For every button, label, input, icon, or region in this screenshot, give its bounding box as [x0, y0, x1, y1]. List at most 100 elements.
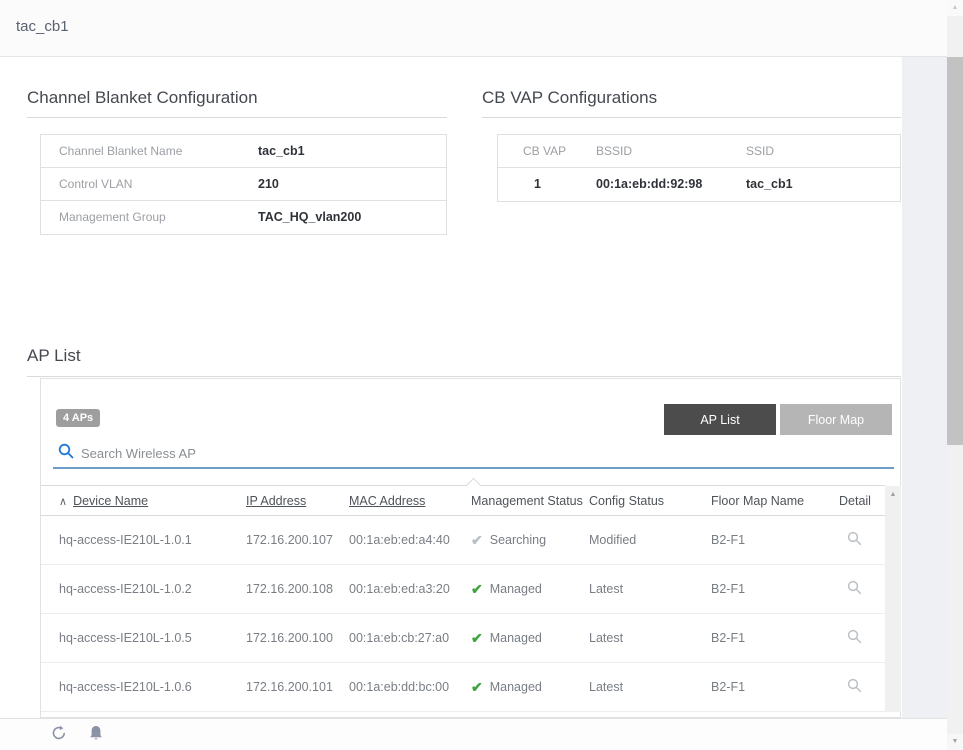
management-status-cell: ✔ Managed [471, 581, 589, 598]
detail-cell [839, 629, 885, 647]
check-icon: ✔ [471, 581, 483, 598]
vap-col-bssid: BSSID [596, 144, 632, 158]
ip-address-cell: 172.16.200.101 [246, 680, 349, 694]
ap-table-header: ∧Device Name IP Address MAC Address Mana… [41, 485, 885, 516]
cb-config-row: Control VLAN 210 [41, 168, 446, 201]
management-status-cell: ✔ Managed [471, 630, 589, 647]
search-input[interactable] [81, 441, 861, 465]
vap-col-ssid: SSID [746, 144, 774, 158]
scroll-up-icon[interactable]: ▲ [885, 486, 901, 503]
ap-table-row: hq-access-IE210L-1.0.2 172.16.200.108 00… [41, 565, 885, 614]
ap-list-heading: AP List [27, 346, 81, 366]
column-device-name[interactable]: ∧Device Name [59, 494, 246, 508]
column-floor-map-name: Floor Map Name [711, 494, 839, 508]
vap-value-bssid: 00:1a:eb:dd:92:98 [596, 177, 702, 191]
floor-map-name-cell: B2-F1 [711, 631, 839, 645]
column-ip-address[interactable]: IP Address [246, 494, 349, 508]
app-root: tac_cb1 Channel Blanket Configuration Ch… [0, 0, 963, 750]
cb-config-table: Channel Blanket Name tac_cb1 Control VLA… [40, 134, 447, 235]
detail-magnifier-icon[interactable] [847, 580, 862, 598]
mac-address-cell: 00:1a:eb:ed:a4:40 [349, 533, 471, 547]
cb-config-label: Channel Blanket Name [59, 144, 182, 158]
detail-magnifier-icon[interactable] [847, 629, 862, 647]
vap-config-divider [482, 117, 901, 118]
column-management-status: Management Status [471, 494, 589, 508]
ap-table-body: hq-access-IE210L-1.0.1 172.16.200.107 00… [41, 516, 885, 712]
search-bar [53, 437, 894, 469]
ap-list-divider [27, 376, 901, 377]
column-detail: Detail [839, 494, 885, 508]
device-name-cell: hq-access-IE210L-1.0.1 [59, 533, 246, 547]
column-config-status: Config Status [589, 494, 711, 508]
page-scroll-up-icon[interactable]: ▲ [947, 0, 963, 16]
mac-address-cell: 00:1a:eb:cb:27:a0 [349, 631, 471, 645]
footer-bar [0, 718, 947, 750]
ap-list-view-button[interactable]: AP List [664, 404, 776, 435]
sort-asc-icon: ∧ [59, 495, 67, 508]
cb-config-value: tac_cb1 [258, 144, 305, 158]
cb-config-row: Management Group TAC_HQ_vlan200 [41, 201, 446, 234]
vap-value-cbvap: 1 [534, 177, 541, 191]
cb-config-label: Control VLAN [59, 177, 132, 191]
config-status-cell: Latest [589, 680, 711, 694]
detail-magnifier-icon[interactable] [847, 678, 862, 696]
cb-config-label: Management Group [59, 210, 166, 224]
check-icon: ✔ [471, 679, 483, 696]
vap-table-row: 1 00:1a:eb:dd:92:98 tac_cb1 [498, 168, 900, 201]
config-status-cell: Latest [589, 631, 711, 645]
device-name-cell: hq-access-IE210L-1.0.2 [59, 582, 246, 596]
device-name-cell: hq-access-IE210L-1.0.6 [59, 680, 246, 694]
right-gutter [902, 57, 947, 718]
header-notch [466, 478, 482, 494]
device-name-cell: hq-access-IE210L-1.0.5 [59, 631, 246, 645]
ap-list-card: 4 APs AP List Floor Map ∧Device Name IP … [40, 378, 901, 718]
config-status-cell: Modified [589, 533, 711, 547]
check-icon: ✔ [471, 532, 483, 549]
vap-value-ssid: tac_cb1 [746, 177, 793, 191]
detail-cell [839, 580, 885, 598]
page-scrollbar[interactable]: ▲ ▼ [947, 0, 963, 750]
management-status-label: Managed [490, 680, 542, 694]
check-icon: ✔ [471, 630, 483, 647]
cb-config-heading: Channel Blanket Configuration [27, 88, 258, 108]
page-title: tac_cb1 [16, 18, 69, 35]
vap-table-body: 1 00:1a:eb:dd:92:98 tac_cb1 [498, 168, 900, 201]
detail-cell [839, 531, 885, 549]
mac-address-cell: 00:1a:eb:dd:bc:00 [349, 680, 471, 694]
floor-map-name-cell: B2-F1 [711, 533, 839, 547]
page-scroll-down-icon[interactable]: ▼ [947, 734, 963, 750]
search-icon [58, 443, 74, 464]
vap-col-cbvap: CB VAP [523, 144, 566, 158]
ap-table-row: hq-access-IE210L-1.0.5 172.16.200.100 00… [41, 614, 885, 663]
ap-table-row: hq-access-IE210L-1.0.1 172.16.200.107 00… [41, 516, 885, 565]
management-status-label: Managed [490, 582, 542, 596]
column-mac-address[interactable]: MAC Address [349, 494, 471, 508]
detail-cell [839, 678, 885, 696]
cb-config-row: Channel Blanket Name tac_cb1 [41, 135, 446, 168]
ip-address-cell: 172.16.200.108 [246, 582, 349, 596]
vap-config-heading: CB VAP Configurations [482, 88, 657, 108]
management-status-label: Managed [490, 631, 542, 645]
management-status-cell: ✔ Searching [471, 532, 589, 549]
management-status-cell: ✔ Managed [471, 679, 589, 696]
detail-magnifier-icon[interactable] [847, 531, 862, 549]
ap-count-badge: 4 APs [56, 409, 100, 427]
cb-config-value: TAC_HQ_vlan200 [258, 210, 361, 224]
mac-address-cell: 00:1a:eb:ed:a3:20 [349, 582, 471, 596]
vap-config-table: CB VAP BSSID SSID 1 00:1a:eb:dd:92:98 ta… [497, 134, 901, 202]
ap-table-row: hq-access-IE210L-1.0.6 172.16.200.101 00… [41, 663, 885, 712]
floor-map-view-button[interactable]: Floor Map [780, 404, 892, 435]
titlebar: tac_cb1 [0, 0, 963, 57]
cb-config-divider [27, 117, 447, 118]
floor-map-name-cell: B2-F1 [711, 680, 839, 694]
table-scrollbar[interactable]: ▲ [885, 486, 901, 712]
ip-address-cell: 172.16.200.100 [246, 631, 349, 645]
cb-config-value: 210 [258, 177, 279, 191]
floor-map-name-cell: B2-F1 [711, 582, 839, 596]
management-status-label: Searching [490, 533, 546, 547]
page-scrollbar-thumb[interactable] [947, 57, 963, 445]
refresh-button[interactable] [50, 724, 68, 745]
vap-table-header: CB VAP BSSID SSID [498, 135, 900, 168]
ip-address-cell: 172.16.200.107 [246, 533, 349, 547]
notifications-bell-button[interactable] [88, 724, 104, 745]
